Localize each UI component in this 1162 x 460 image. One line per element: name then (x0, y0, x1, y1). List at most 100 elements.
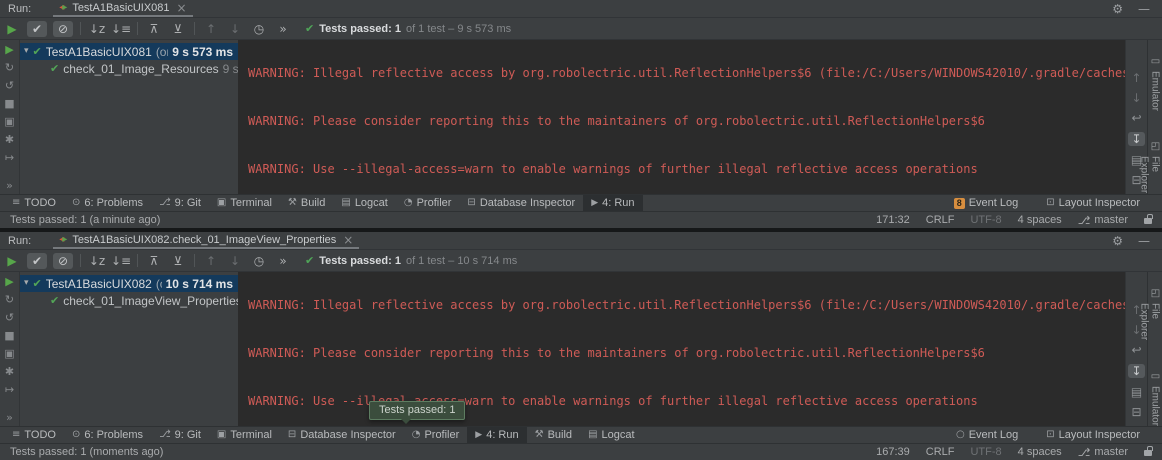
scroll-to-end-icon[interactable]: ↧ (1128, 364, 1144, 378)
line-ending[interactable]: CRLF (926, 214, 955, 226)
rerun-button[interactable]: ▶ (0, 255, 24, 267)
run-tab-testa1basicuix081[interactable]: ◂▸ TestA1BasicUIX081 × (53, 0, 192, 17)
next-occurrence-icon[interactable]: ↓ (223, 23, 247, 35)
hidden-actions-icon[interactable]: » (6, 412, 13, 423)
lock-icon[interactable] (1144, 450, 1152, 456)
down-stack-trace-icon[interactable]: ↓ (1131, 92, 1141, 104)
run-tab-testa1basicuix082[interactable]: ◂▸ TestA1BasicUIX082.check_01_ImageView_… (53, 232, 359, 249)
sort-alphabetically-icon[interactable]: ↓z (85, 255, 109, 267)
import-tests-icon[interactable]: ↦ (5, 152, 14, 163)
git-branch[interactable]: ⎇master (1078, 446, 1128, 458)
file-encoding[interactable]: UTF-8 (970, 214, 1001, 226)
sort-by-duration-icon[interactable]: ↓≡ (109, 23, 133, 35)
toolwindow-label: 6: Problems (84, 197, 143, 209)
show-passed-toggle[interactable]: ✔ (27, 21, 47, 37)
previous-occurrence-icon[interactable]: ↑ (199, 23, 223, 35)
toolwindow-profiler[interactable]: ◔Profiler (396, 195, 460, 211)
soft-wrap-icon[interactable]: ↩ (1131, 344, 1141, 356)
lock-icon[interactable] (1144, 218, 1152, 224)
test-tree-row-method[interactable]: ✔ check_01_Image_Resources 9 s 573 ms (20, 60, 238, 77)
toolwindow-problems[interactable]: ⊙6: Problems (64, 195, 151, 211)
layout-inspector-button[interactable]: ⊡Layout Inspector (1038, 195, 1148, 211)
soft-wrap-icon[interactable]: ↩ (1131, 112, 1141, 124)
toggle-auto-test-icon[interactable]: ↺ (5, 80, 14, 91)
toolwindow-todo[interactable]: ≡TODO (4, 427, 64, 443)
tool-stripe-emulator[interactable]: ▭ Emulator (1150, 56, 1161, 111)
test-tree-row-root[interactable]: ▾ ✔ TestA1BasicUIX081 (org.aplas.basica … (20, 43, 238, 60)
toolwindow-git[interactable]: ⎇9: Git (151, 427, 209, 443)
screenshot-icon[interactable]: ▣ (4, 116, 14, 127)
clear-console-icon[interactable]: ⊟ (1131, 406, 1141, 418)
toolwindow-profiler[interactable]: ◔Profiler (404, 427, 468, 443)
gear-icon[interactable]: ⚙ (1112, 3, 1123, 15)
toolwindow-build[interactable]: ⚒Build (280, 195, 333, 211)
caret-position[interactable]: 167:39 (876, 446, 910, 458)
up-stack-trace-icon[interactable]: ↑ (1131, 72, 1141, 84)
hidden-actions-icon[interactable]: » (6, 180, 13, 191)
close-icon[interactable]: × (343, 234, 353, 246)
layout-inspector-button[interactable]: ⊡Layout Inspector (1038, 427, 1148, 443)
line-ending[interactable]: CRLF (926, 446, 955, 458)
stop-icon[interactable]: ■ (4, 98, 14, 109)
toolwindow-run[interactable]: ▶4: Run (467, 427, 526, 443)
gear-icon[interactable]: ⚙ (1112, 235, 1123, 247)
test-tree-row-method[interactable]: ✔ check_01_ImageView_Properties 10 s 714… (20, 292, 238, 309)
print-icon[interactable]: ▤ (1131, 386, 1142, 398)
screenshot-icon[interactable]: ▣ (4, 348, 14, 359)
file-encoding[interactable]: UTF-8 (970, 446, 1001, 458)
tool-stripe-device-file-explorer[interactable]: ◰ Device File Explorer (1139, 141, 1162, 194)
caret-position[interactable]: 171:32 (876, 214, 910, 226)
test-settings-icon[interactable]: ✱ (5, 134, 14, 145)
toolwindow-logcat[interactable]: ▤Logcat (580, 427, 642, 443)
collapse-all-icon[interactable]: ⊼ (142, 255, 166, 267)
close-icon[interactable]: × (177, 2, 187, 14)
minimize-icon[interactable]: — (1138, 3, 1150, 15)
import-tests-icon[interactable]: ↦ (5, 384, 14, 395)
test-history-icon[interactable]: ◷ (247, 23, 271, 35)
sort-by-duration-icon[interactable]: ↓≡ (109, 255, 133, 267)
sort-alphabetically-icon[interactable]: ↓z (85, 23, 109, 35)
rerun-button[interactable]: ▶ (0, 23, 24, 35)
show-passed-toggle[interactable]: ✔ (27, 253, 47, 269)
toolwindow-database-inspector[interactable]: ⊟Database Inspector (280, 427, 404, 443)
minimize-icon[interactable]: — (1138, 235, 1150, 247)
show-ignored-toggle[interactable]: ⊘ (53, 253, 73, 269)
indent-setting[interactable]: 4 spaces (1018, 446, 1062, 458)
toolwindow-database-inspector[interactable]: ⊟Database Inspector (459, 195, 583, 211)
test-settings-icon[interactable]: ✱ (5, 366, 14, 377)
toolwindow-run[interactable]: ▶4: Run (583, 195, 642, 211)
show-ignored-toggle[interactable]: ⊘ (53, 21, 73, 37)
rerun-tests-icon[interactable]: ▶ (5, 44, 13, 55)
next-occurrence-icon[interactable]: ↓ (223, 255, 247, 267)
toolwindow-todo[interactable]: ≡TODO (4, 195, 64, 211)
event-log-button[interactable]: 8Event Log (946, 195, 1027, 211)
expand-all-icon[interactable]: ⊻ (166, 23, 190, 35)
rerun-failed-tests-icon[interactable]: ↻ (5, 294, 14, 305)
expand-all-icon[interactable]: ⊻ (166, 255, 190, 267)
test-duration: 10 s 714 ms (166, 277, 233, 291)
indent-setting[interactable]: 4 spaces (1018, 214, 1062, 226)
git-branch[interactable]: ⎇master (1078, 214, 1128, 226)
toolwindow-terminal[interactable]: ▣Terminal (209, 427, 280, 443)
tool-stripe-device-file-explorer[interactable]: ◰ Device File Explorer (1139, 288, 1162, 341)
console-output[interactable]: WARNING: Illegal reflective access by or… (238, 40, 1125, 194)
toolwindow-problems[interactable]: ⊙6: Problems (64, 427, 151, 443)
test-history-icon[interactable]: ◷ (247, 255, 271, 267)
test-tree-row-root[interactable]: ▾ ✔ TestA1BasicUIX082 (org.aplas.basica … (20, 275, 238, 292)
event-log-button[interactable]: ○Event Log (948, 427, 1026, 443)
more-actions-icon[interactable]: » (271, 255, 295, 267)
tool-stripe-emulator[interactable]: ▭ Emulator (1150, 371, 1161, 426)
expander-icon[interactable]: ▾ (24, 47, 29, 56)
stop-icon[interactable]: ■ (4, 330, 14, 341)
collapse-all-icon[interactable]: ⊼ (142, 23, 166, 35)
previous-occurrence-icon[interactable]: ↑ (199, 255, 223, 267)
toolwindow-logcat[interactable]: ▤Logcat (333, 195, 395, 211)
toggle-auto-test-icon[interactable]: ↺ (5, 312, 14, 323)
toolwindow-build[interactable]: ⚒Build (527, 427, 580, 443)
rerun-failed-tests-icon[interactable]: ↻ (5, 62, 14, 73)
more-actions-icon[interactable]: » (271, 23, 295, 35)
rerun-tests-icon[interactable]: ▶ (5, 276, 13, 287)
toolwindow-git[interactable]: ⎇9: Git (151, 195, 209, 211)
toolwindow-terminal[interactable]: ▣Terminal (209, 195, 280, 211)
expander-icon[interactable]: ▾ (24, 279, 29, 288)
